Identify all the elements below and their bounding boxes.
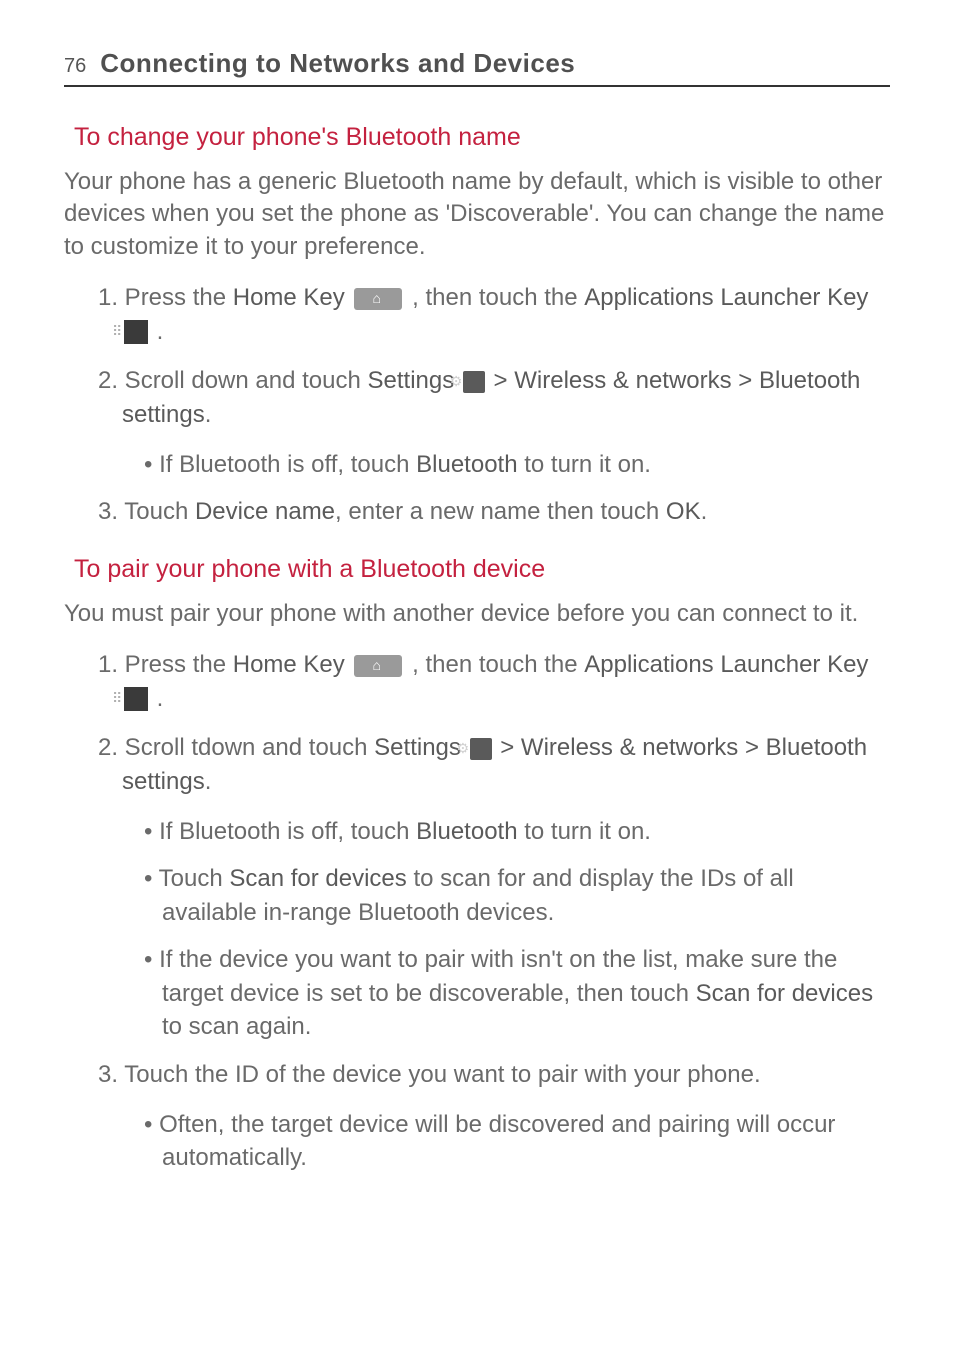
step-text: . — [150, 318, 163, 345]
bullet-item: Often, the target device will be discove… — [162, 1108, 890, 1175]
bullet-text: to turn it on. — [518, 818, 651, 845]
bullet-item: If Bluetooth is off, touch Bluetooth to … — [162, 815, 890, 849]
step-text: > — [494, 734, 521, 761]
home-key-label: Home Key — [233, 284, 345, 311]
settings-label: Settings — [368, 367, 455, 394]
bluetooth-label: Bluetooth — [416, 451, 517, 478]
ok-label: OK — [666, 498, 701, 525]
step-text: . — [150, 685, 163, 712]
device-name-label: Device name — [195, 498, 335, 525]
bullet-item: Touch Scan for devices to scan for and d… — [162, 862, 890, 929]
step-text: , then touch the — [405, 284, 584, 311]
home-key-label: Home Key — [233, 651, 345, 678]
step-1: 1. Press the Home Key , then touch the A… — [122, 648, 890, 715]
step-2: 2. Scroll tdown and touch Settings > Wir… — [122, 731, 890, 798]
home-key-icon — [354, 288, 402, 310]
step-text: 3. Touch — [98, 498, 195, 525]
step-text: . — [205, 401, 212, 428]
settings-label: Settings — [374, 734, 461, 761]
step-text: . — [205, 768, 212, 795]
bullet-text: to scan again. — [162, 1013, 311, 1040]
page-header: 76 Connecting to Networks and Devices — [64, 48, 890, 87]
step-text: 1. Press the — [98, 651, 233, 678]
step-3: 3. Touch the ID of the device you want t… — [122, 1058, 890, 1092]
step-text: 1. Press the — [98, 284, 233, 311]
section-pair-bluetooth-device: To pair your phone with a Bluetooth devi… — [64, 555, 890, 1175]
settings-icon — [470, 738, 492, 760]
section-heading: To pair your phone with a Bluetooth devi… — [74, 555, 890, 584]
intro-paragraph: Your phone has a generic Bluetooth name … — [64, 166, 890, 263]
step-text: 2. Scroll tdown and touch — [98, 734, 374, 761]
step-text: 2. Scroll down and touch — [98, 367, 368, 394]
bluetooth-label: Bluetooth — [416, 818, 517, 845]
page-title: Connecting to Networks and Devices — [100, 48, 575, 79]
step-2: 2. Scroll down and touch Settings > Wire… — [122, 364, 890, 431]
bullet-text: to turn it on. — [518, 451, 651, 478]
step-text: , then touch the — [405, 651, 584, 678]
section-change-bluetooth-name: To change your phone's Bluetooth name Yo… — [64, 123, 890, 529]
bullet-item: If the device you want to pair with isn'… — [162, 943, 890, 1044]
apps-launcher-label: Applications Launcher Key — [584, 651, 868, 678]
scan-devices-label: Scan for devices — [696, 980, 873, 1007]
step-text: > — [487, 367, 514, 394]
apps-launcher-label: Applications Launcher Key — [584, 284, 868, 311]
page-number: 76 — [64, 55, 86, 78]
scan-devices-label: Scan for devices — [229, 865, 406, 892]
settings-icon — [463, 371, 485, 393]
bullet-text: If Bluetooth is off, touch — [159, 451, 416, 478]
step-text: . — [701, 498, 708, 525]
section-heading: To change your phone's Bluetooth name — [74, 123, 890, 152]
launcher-key-icon — [124, 320, 148, 344]
home-key-icon — [354, 655, 402, 677]
step-text: , enter a new name then touch — [335, 498, 666, 525]
intro-paragraph: You must pair your phone with another de… — [64, 598, 890, 630]
bullet-text: If Bluetooth is off, touch — [159, 818, 416, 845]
launcher-key-icon — [124, 687, 148, 711]
step-1: 1. Press the Home Key , then touch the A… — [122, 281, 890, 348]
step-3: 3. Touch Device name, enter a new name t… — [122, 495, 890, 529]
bullet-text: Touch — [159, 865, 230, 892]
bullet-item: If Bluetooth is off, touch Bluetooth to … — [162, 448, 890, 482]
